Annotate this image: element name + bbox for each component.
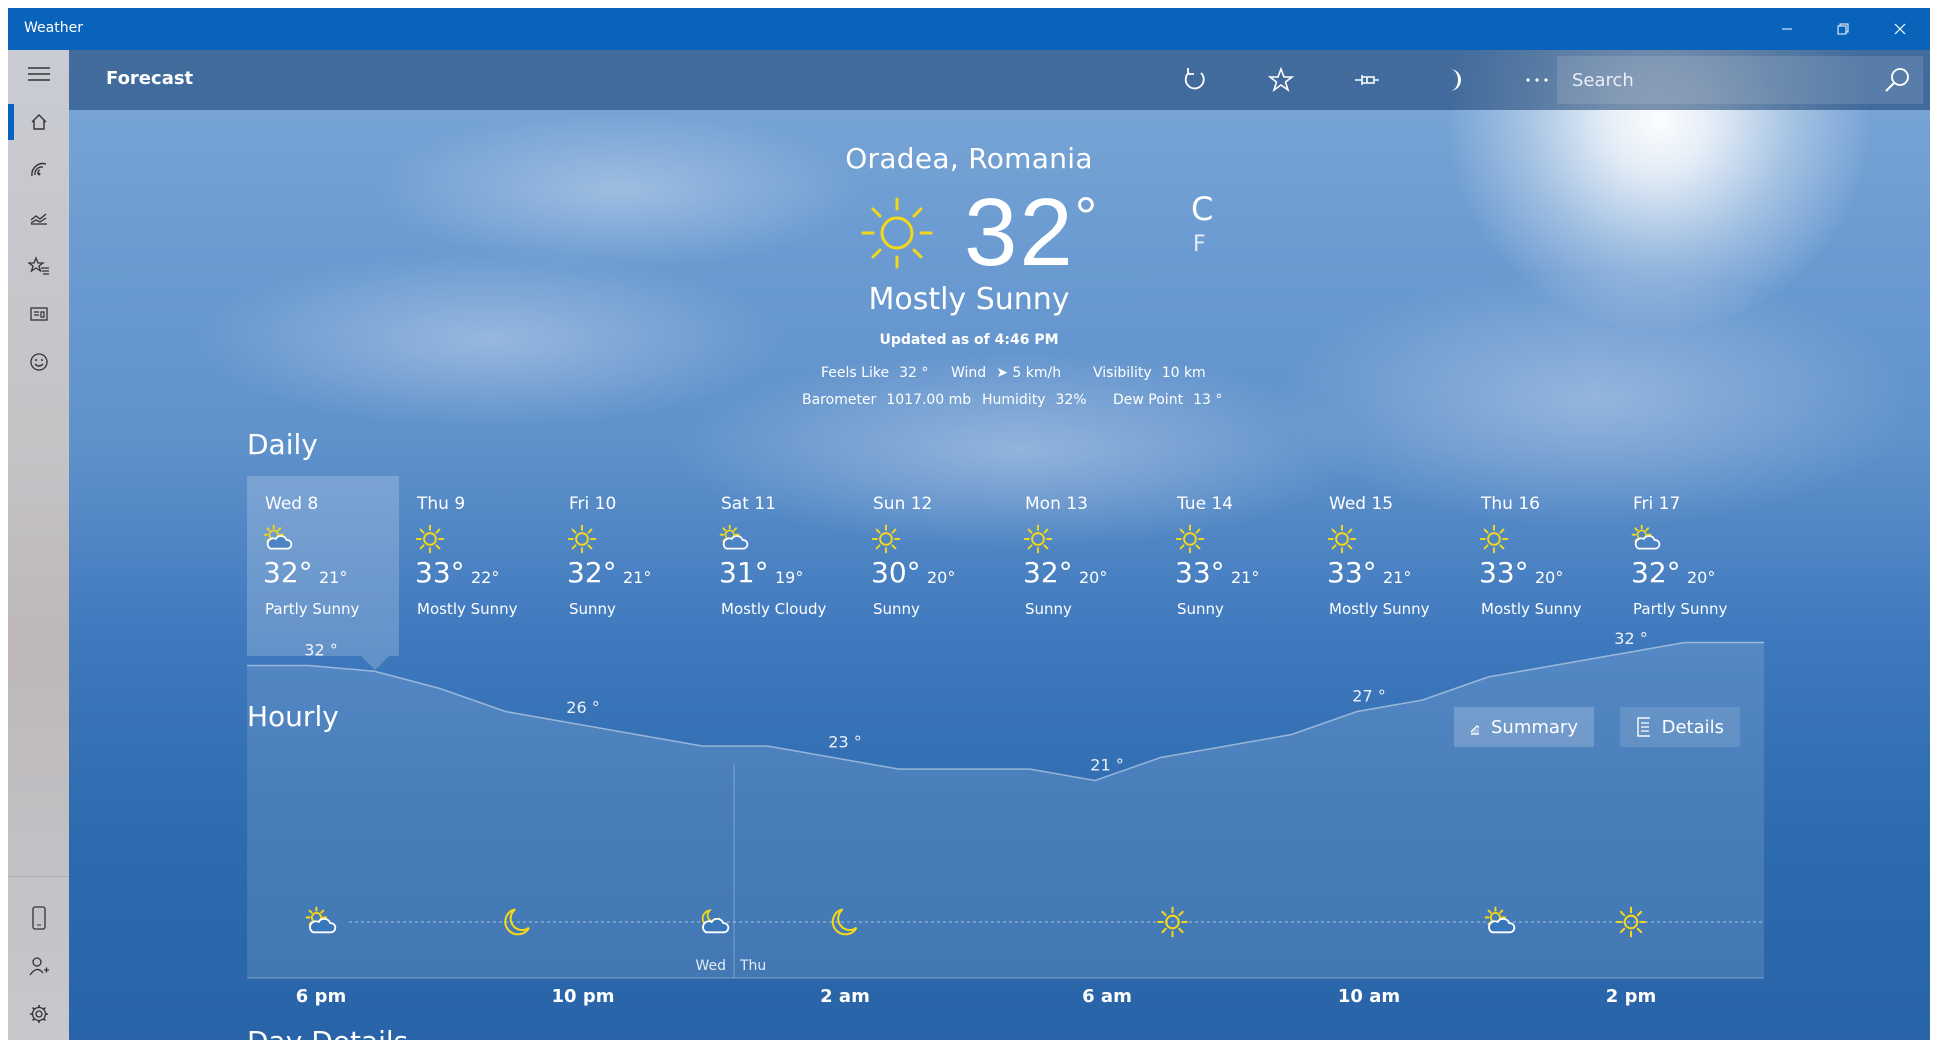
account-icon: [28, 957, 49, 976]
day-split-left-label: Wed: [695, 958, 726, 974]
hourly-temp-label: 26 °: [566, 698, 599, 717]
hamburger-icon: [27, 67, 50, 81]
sidebar-item-account[interactable]: [8, 942, 69, 990]
sidebar-item-places[interactable]: [8, 242, 69, 290]
title-bar: Weather: [8, 8, 1930, 50]
restore-button[interactable]: [1814, 8, 1872, 50]
window-title: Weather: [24, 20, 83, 36]
navigation-sidebar: [8, 50, 69, 1040]
hourly-temp-label: 32 °: [304, 641, 337, 660]
minimize-button[interactable]: [1758, 8, 1816, 50]
weather-app-window: Weather Forecast Search Oradea, Romania …: [8, 8, 1930, 1040]
hourly-temp-label: 32 °: [1614, 629, 1647, 648]
forecast-content: Forecast Search Oradea, Romania 32° C F …: [69, 50, 1930, 1040]
sidebar-item-maps[interactable]: [8, 146, 69, 194]
hourly-time-label: 2 pm: [1606, 986, 1656, 1007]
hourly-time-label: 10 am: [1338, 986, 1400, 1007]
home-icon: [31, 114, 46, 130]
sidebar-item-settings[interactable]: [8, 990, 69, 1038]
sidebar-item-home[interactable]: [8, 98, 69, 146]
hamburger-menu-button[interactable]: [8, 50, 69, 98]
close-icon: [1894, 23, 1906, 35]
sidebar-item-historical-weather[interactable]: [8, 194, 69, 242]
hourly-temp-label: 23 °: [828, 733, 861, 752]
hourly-time-label: 10 pm: [552, 986, 615, 1007]
smiley-icon: [29, 353, 48, 371]
gear-icon: [29, 1005, 48, 1023]
hourly-time-label: 2 am: [820, 986, 870, 1007]
sidebar-item-phone[interactable]: [8, 894, 69, 942]
day-details-section-title: Day Details: [247, 1025, 408, 1040]
news-icon: [29, 307, 48, 321]
sidebar-item-news[interactable]: [8, 290, 69, 338]
favorite-places-icon: [27, 256, 49, 275]
day-split-right-label: Thu: [739, 958, 766, 974]
hourly-temp-area: [247, 642, 1764, 978]
hourly-time-label: 6 pm: [296, 986, 346, 1007]
hourly-temp-label: 21 °: [1090, 756, 1123, 775]
hourly-temp-label: 27 °: [1352, 687, 1385, 706]
sidebar-item-feedback[interactable]: [8, 338, 69, 386]
minimize-icon: [1782, 28, 1792, 30]
radar-icon: [30, 162, 46, 177]
hourly-chart: Wed Thu 32 ° 26 ° 23 ° 21 ° 27 ° 32 ° 6 pm 10 pm 2…: [247, 629, 1764, 1007]
hourly-time-label: 6 am: [1082, 986, 1132, 1007]
phone-icon: [31, 906, 46, 930]
chart-icon: [30, 213, 47, 225]
sidebar-divider: [8, 876, 69, 877]
close-button[interactable]: [1871, 8, 1929, 50]
restore-icon: [1837, 23, 1849, 35]
